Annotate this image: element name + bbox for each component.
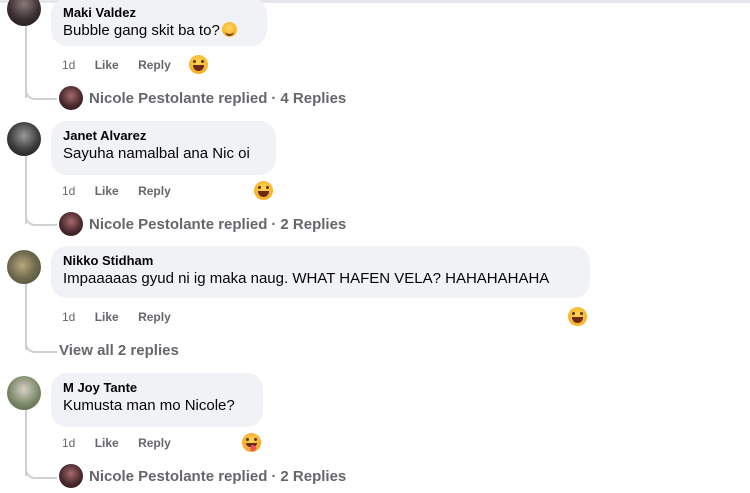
grinning-emoji-icon [221, 22, 237, 37]
thread-branch [25, 339, 57, 353]
replies-summary[interactable]: Nicole Pestolante replied · 4 Replies [89, 89, 346, 109]
comment-author[interactable]: Janet Alvarez [63, 127, 264, 144]
comment-author[interactable]: M Joy Tante [63, 379, 251, 396]
comment-time[interactable]: 1d [62, 58, 75, 72]
comment-bubble: M Joy Tante Kumusta man mo Nicole? [51, 373, 263, 427]
reply-button[interactable]: Reply [138, 310, 171, 324]
thread-branch [25, 465, 57, 479]
replies-summary[interactable]: Nicole Pestolante replied · 2 Replies [89, 467, 346, 487]
avatar[interactable] [7, 376, 41, 410]
comment-bubble: Maki Valdez Bubble gang skit ba to? [51, 0, 267, 46]
reply-button[interactable]: Reply [138, 184, 171, 198]
replier-name: Nicole Pestolante replied [89, 216, 268, 233]
comment-text: Kumusta man mo Nicole? [63, 397, 235, 414]
comment-actions: 1d Like Reply [62, 184, 187, 198]
thread-branch [25, 212, 57, 226]
laughing-emoji-icon[interactable] [568, 307, 587, 326]
comment-author[interactable]: Maki Valdez [63, 4, 255, 21]
comment-actions: 1d Like Reply [62, 310, 187, 324]
thread-branch [25, 86, 57, 100]
comment-text: Impaaaaas gyud ni ig maka naug. WHAT HAF… [63, 270, 550, 287]
comment-time[interactable]: 1d [62, 184, 75, 198]
avatar[interactable] [59, 86, 83, 110]
like-button[interactable]: Like [95, 310, 119, 324]
comment-actions: 1d Like Reply [62, 58, 187, 72]
comment-time[interactable]: 1d [62, 436, 75, 450]
comment-actions: 1d Like Reply [62, 436, 187, 450]
comment-bubble: Nikko Stidham Impaaaaas gyud ni ig maka … [51, 246, 590, 298]
like-button[interactable]: Like [95, 184, 119, 198]
comment-text: Bubble gang skit ba to? [63, 21, 255, 41]
avatar[interactable] [7, 250, 41, 284]
comment-text: Sayuha namalbal ana Nic oi [63, 145, 250, 162]
view-all-replies-link[interactable]: View all 2 replies [59, 341, 179, 361]
comment-time[interactable]: 1d [62, 310, 75, 324]
avatar[interactable] [7, 122, 41, 156]
replies-summary[interactable]: Nicole Pestolante replied · 2 Replies [89, 215, 346, 235]
replies-count: 4 Replies [280, 90, 347, 107]
comment-bubble: Janet Alvarez Sayuha namalbal ana Nic oi [51, 121, 276, 175]
avatar[interactable] [59, 464, 83, 488]
replier-name: Nicole Pestolante replied [89, 468, 268, 485]
reply-button[interactable]: Reply [138, 436, 171, 450]
avatar[interactable] [7, 0, 41, 26]
reply-button[interactable]: Reply [138, 58, 171, 72]
replies-count: 2 Replies [280, 468, 347, 485]
replies-count: 2 Replies [280, 216, 347, 233]
like-button[interactable]: Like [95, 436, 119, 450]
comment-author[interactable]: Nikko Stidham [63, 252, 578, 269]
laughing-emoji-icon[interactable] [254, 181, 273, 200]
avatar[interactable] [59, 212, 83, 236]
like-button[interactable]: Like [95, 58, 119, 72]
tongue-emoji-icon[interactable] [242, 433, 261, 452]
laughing-emoji-icon[interactable] [189, 55, 208, 74]
replier-name: Nicole Pestolante replied [89, 90, 268, 107]
